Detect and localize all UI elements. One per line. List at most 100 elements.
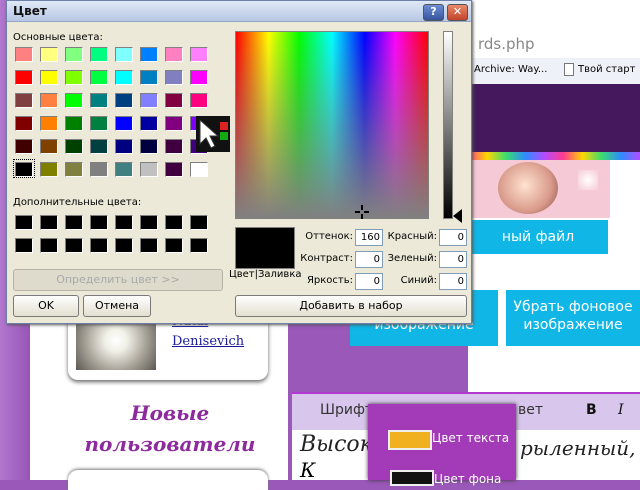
green-field[interactable]: 0 <box>439 251 467 268</box>
basic-color-swatch[interactable] <box>90 70 108 85</box>
custom-color-swatch[interactable] <box>115 215 133 230</box>
basic-color-swatch[interactable] <box>90 93 108 108</box>
basic-color-swatch[interactable] <box>115 47 133 62</box>
user-link-surname[interactable]: Denisevich <box>172 334 244 349</box>
custom-color-swatch[interactable] <box>165 238 183 253</box>
fill-color-option[interactable]: Цвет фона <box>434 472 501 486</box>
basic-color-swatch[interactable] <box>65 116 83 131</box>
editor-text-line2: К <box>300 458 316 482</box>
basic-color-swatch[interactable] <box>15 116 33 131</box>
luminosity-bar[interactable] <box>443 31 453 219</box>
custom-color-swatch[interactable] <box>190 238 208 253</box>
basic-color-swatch[interactable] <box>165 70 183 85</box>
green-label: Зеленый: <box>387 253 437 264</box>
basic-color-swatch[interactable] <box>90 47 108 62</box>
ok-button[interactable]: OK <box>13 295 79 317</box>
luminosity-arrow-icon[interactable] <box>453 209 462 223</box>
text-color-option[interactable]: Цвет текста <box>432 431 509 445</box>
basic-color-swatch[interactable] <box>115 139 133 154</box>
custom-color-swatch[interactable] <box>15 215 33 230</box>
basic-color-swatch[interactable] <box>40 93 58 108</box>
custom-color-swatch[interactable] <box>40 238 58 253</box>
custom-color-swatch[interactable] <box>15 238 33 253</box>
color-menu[interactable]: вет <box>518 402 543 418</box>
basic-color-swatch[interactable] <box>140 139 158 154</box>
basic-color-swatch[interactable] <box>115 70 133 85</box>
basic-color-swatch[interactable] <box>115 162 133 177</box>
basic-color-swatch[interactable] <box>165 47 183 62</box>
saturation-label: Контраст: <box>300 253 353 264</box>
custom-colors-label: Дополнительные цвета: <box>13 197 142 208</box>
bookmark-start[interactable]: Твой старт <box>578 64 635 75</box>
basic-color-swatch[interactable] <box>140 47 158 62</box>
basic-color-swatch[interactable] <box>65 70 83 85</box>
custom-color-swatch[interactable] <box>65 238 83 253</box>
dialog-title: Цвет <box>13 4 47 18</box>
basic-color-swatch[interactable] <box>40 139 58 154</box>
basic-color-swatch[interactable] <box>190 47 208 62</box>
custom-color-swatch[interactable] <box>140 215 158 230</box>
custom-color-swatch[interactable] <box>65 215 83 230</box>
color-spectrum[interactable] <box>235 31 429 219</box>
basic-color-swatch[interactable] <box>90 139 108 154</box>
basic-color-swatch[interactable] <box>40 47 58 62</box>
custom-color-swatch[interactable] <box>90 238 108 253</box>
basic-color-swatch[interactable] <box>40 116 58 131</box>
basic-color-swatch[interactable] <box>15 139 33 154</box>
basic-color-swatch[interactable] <box>165 162 183 177</box>
photo-sparkle <box>578 170 598 190</box>
color-dialog: Цвет ? ✕ Основные цвета: Дополнительные … <box>6 0 472 324</box>
basic-color-swatch[interactable] <box>15 47 33 62</box>
basic-color-swatch[interactable] <box>40 162 58 177</box>
basic-color-swatch[interactable] <box>165 116 183 131</box>
add-to-custom-colors-button[interactable]: Добавить в набор <box>235 295 467 317</box>
basic-color-swatch[interactable] <box>115 116 133 131</box>
basic-color-swatch[interactable] <box>40 70 58 85</box>
basic-color-swatch[interactable] <box>15 70 33 85</box>
blue-field[interactable]: 0 <box>439 273 467 290</box>
cancel-button[interactable]: Отмена <box>83 295 151 317</box>
red-field[interactable]: 0 <box>439 229 467 246</box>
basic-color-swatch[interactable] <box>140 162 158 177</box>
hue-label: Оттенок: <box>305 231 353 242</box>
blue-label: Синий: <box>400 275 437 286</box>
dialog-titlebar[interactable]: Цвет ? ✕ <box>7 1 471 22</box>
basic-color-swatch[interactable] <box>140 116 158 131</box>
help-button[interactable]: ? <box>423 4 444 21</box>
bookmark-archive[interactable]: Archive: Way... <box>474 64 547 75</box>
selected-swatch-focus <box>13 159 35 178</box>
basic-color-swatch[interactable] <box>15 93 33 108</box>
define-custom-color-button: Определить цвет >> <box>13 269 223 291</box>
custom-color-swatch[interactable] <box>115 238 133 253</box>
basic-color-swatch[interactable] <box>65 93 83 108</box>
basic-color-swatch[interactable] <box>115 93 133 108</box>
basic-color-swatch[interactable] <box>65 162 83 177</box>
remove-background-button[interactable]: Убрать фоновое изображение <box>506 290 640 346</box>
text-color-swatch[interactable] <box>388 430 432 450</box>
basic-color-swatch[interactable] <box>65 139 83 154</box>
font-menu[interactable]: Шрифт <box>320 402 373 418</box>
basic-color-swatch[interactable] <box>190 70 208 85</box>
fill-color-swatch[interactable] <box>390 470 434 486</box>
basic-color-swatch[interactable] <box>165 93 183 108</box>
address-text[interactable]: rds.php <box>478 35 535 53</box>
crosshair-icon <box>355 205 369 219</box>
luminance-label: Яркость: <box>306 275 353 286</box>
custom-color-swatch[interactable] <box>90 215 108 230</box>
basic-color-swatch[interactable] <box>90 116 108 131</box>
basic-color-swatch[interactable] <box>190 162 208 177</box>
close-button[interactable]: ✕ <box>447 4 468 21</box>
basic-color-swatch[interactable] <box>140 70 158 85</box>
basic-color-swatch[interactable] <box>65 47 83 62</box>
bold-button[interactable]: B <box>586 402 597 418</box>
basic-color-swatch[interactable] <box>165 139 183 154</box>
basic-color-swatch[interactable] <box>90 162 108 177</box>
basic-color-swatch[interactable] <box>140 93 158 108</box>
custom-color-swatch[interactable] <box>140 238 158 253</box>
rainbow-stripe <box>468 152 640 160</box>
custom-color-swatch[interactable] <box>165 215 183 230</box>
custom-color-swatch[interactable] <box>190 215 208 230</box>
custom-color-swatch[interactable] <box>40 215 58 230</box>
basic-color-swatch[interactable] <box>190 93 208 108</box>
italic-button[interactable]: I <box>618 402 624 418</box>
